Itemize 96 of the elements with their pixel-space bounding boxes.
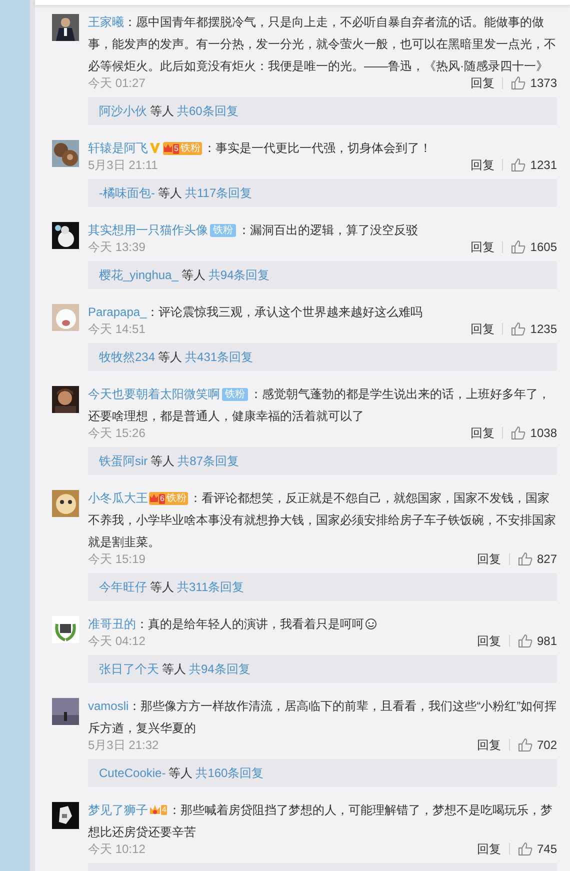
like-count: 1235 [530, 321, 557, 338]
user-name-link[interactable]: 王家曦 [88, 15, 124, 29]
thumbs-up-icon[interactable] [511, 76, 526, 90]
like-count: 745 [536, 841, 557, 858]
comment-text: 王家曦：愿中国青年都摆脱冷气，只是向上走，不必听自暴自弃者流的话。能做事的做事，能发声的发声。有一分热，发一分光，就令萤火一般，也可以在黑暗里发一点光，不必等候炬火。此后如竟没有炬火：我便是唯一的光。——鲁迅，《热风·随感录四十一》 [88, 14, 557, 75]
fan-badge: 铁粉 [222, 388, 248, 401]
user-name-link[interactable]: 今年旺仔 [99, 578, 147, 596]
others-label: 等人 [158, 349, 182, 366]
thumbs-up-icon[interactable] [518, 552, 533, 566]
like-count: 827 [536, 551, 557, 568]
reply-count-link[interactable]: 共94条回复 [189, 660, 250, 678]
like-count: 702 [536, 737, 557, 754]
like-count: 981 [536, 633, 557, 650]
reply-count-link[interactable]: 共117条回复 [185, 184, 252, 202]
crown-icon [149, 493, 159, 504]
fan-label: 铁粉 [180, 142, 200, 155]
crown-level: 4 [161, 805, 168, 815]
crown-icon [163, 143, 173, 154]
reply-thread-panel[interactable]: 铁蛋阿sir 等人 共87条回复 [88, 447, 557, 475]
user-name-link[interactable]: 今天也要朝着太阳微笑啊 [88, 387, 220, 401]
user-name-link[interactable]: 牧牧然234 [99, 348, 156, 366]
reply-link[interactable]: 回复 [476, 632, 501, 650]
crown-icon [149, 804, 161, 816]
user-name-link[interactable]: 轩辕是阿飞 [88, 141, 148, 155]
reply-thread-panel[interactable]: 张日了个天 等人 共94条回复 [88, 655, 557, 683]
user-name-link[interactable]: 铁蛋阿sir [99, 452, 148, 470]
comment-text: 其实想用一只猫作头像 铁粉 ：漏洞百出的逻辑，算了没空反驳 [88, 222, 419, 239]
comment-text: 今天也要朝着太阳微笑啊 铁粉 ：感觉朝气蓬勃的都是学生说出来的话，上班好多年了，还要啥理想，都是普通人，健康幸福的活着就可以了 [88, 386, 551, 425]
reply-link[interactable]: 回复 [476, 840, 501, 858]
timestamp: 今天 13:39 [88, 239, 146, 256]
like-count: 1605 [530, 239, 557, 256]
reply-thread-panel[interactable]: 阿沙小伙 等人 共60条回复 [88, 97, 557, 125]
reply-count-link[interactable]: 共160条回复 [196, 764, 264, 782]
reply-link[interactable]: 回复 [476, 550, 501, 568]
timestamp: 5月3日 21:32 [88, 737, 160, 754]
thumbs-up-icon[interactable] [518, 634, 533, 648]
reply-thread-panel[interactable]: 今年旺仔 等人 共311条回复 [88, 573, 557, 601]
thumbs-up-icon[interactable] [511, 158, 526, 172]
user-name-link[interactable]: 樱花_yinghua_ [99, 266, 178, 284]
comment-text: 小冬瓜大王 6 铁粉 ：看评论都想笑，反正就是不怨自己，就怨国家，国家不发钱，国家不养我，小学毕业啥本事没有就想挣大钱，国家必须安排给房子车子铁饭碗，不安排国家就是割韭菜。 [88, 490, 557, 551]
user-name-link[interactable]: 准哥丑的 [88, 617, 136, 631]
verified-icon [149, 142, 161, 154]
reply-count-link[interactable]: 共87条回复 [178, 452, 240, 470]
reply-link[interactable]: 回复 [470, 74, 494, 92]
reply-link[interactable]: 回复 [476, 736, 501, 754]
comment-text: 准哥丑的：真的是给年轻人的演讲，我看着只是呵呵 [88, 613, 557, 635]
timestamp: 今天 10:12 [88, 841, 146, 858]
reply-thread-panel[interactable]: -橘味面包- 等人 共117条回复 [88, 179, 557, 207]
like-count: 1231 [530, 157, 557, 174]
fan-badge: 铁粉 [210, 224, 236, 237]
comment-text: vamosli：那些像方方一样故作清流，居高临下的前辈，且看看，我们这些“小粉红”如何挥斥方遒，复兴华夏的 [88, 698, 557, 737]
comment-text: 轩辕是阿飞 5 铁粉 ：事实是一代更比一代强，切身体会到了！ [88, 140, 432, 157]
fan-label: 铁粉 [166, 492, 186, 505]
reply-thread-panel[interactable]: CuteCookie- 等人 共160条回复 [88, 759, 557, 787]
user-name-link[interactable]: CuteCookie- [99, 764, 166, 782]
user-name-link[interactable]: 张日了个天 [99, 660, 159, 678]
timestamp: 今天 15:26 [88, 425, 146, 442]
reply-thread-panel[interactable]: 牧牧然234 等人 共431条回复 [88, 343, 557, 371]
timestamp: 5月3日 21:11 [88, 157, 159, 174]
others-label: 等人 [150, 579, 174, 596]
timestamp: 今天 15:19 [88, 551, 146, 568]
user-name-link[interactable]: Parapapa_ [88, 305, 147, 319]
others-label: 等人 [158, 185, 182, 202]
user-name-link[interactable]: 阿沙小伙 [99, 102, 147, 120]
user-name-link[interactable]: vamosli [88, 699, 129, 713]
thumbs-up-icon[interactable] [518, 738, 533, 752]
comment-text: Parapapa_：评论震惊我三观，承认这个世界越来越好这么难吗 [88, 304, 424, 321]
thumbs-up-icon[interactable] [518, 842, 533, 856]
user-name-link[interactable]: 其实想用一只猫作头像 [88, 223, 208, 237]
fan-level: 5 [173, 144, 180, 154]
reply-count-link[interactable]: 共311条回复 [177, 578, 244, 596]
thumbs-up-icon[interactable] [511, 240, 526, 254]
fan-level: 6 [159, 494, 166, 504]
others-label: 等人 [150, 103, 174, 120]
reply-count-link[interactable]: 共431条回复 [185, 348, 254, 366]
thumbs-up-icon[interactable] [511, 426, 526, 440]
reply-count-link[interactable]: 共60条回复 [177, 102, 238, 120]
timestamp: 今天 14:51 [88, 321, 146, 338]
reply-count-link[interactable]: 共94条回复 [208, 266, 270, 284]
reply-link[interactable]: 回复 [470, 320, 494, 338]
reply-link[interactable]: 回复 [470, 156, 494, 174]
reply-link[interactable]: 回复 [470, 238, 494, 256]
timestamp: 今天 01:27 [88, 75, 146, 92]
others-label: 等人 [162, 661, 186, 678]
user-name-link[interactable]: 小冬瓜大王 [88, 491, 148, 505]
others-label: 等人 [150, 453, 175, 470]
reply-thread-panel[interactable]: 樱花_yinghua_ 等人 共94条回复 [88, 261, 557, 289]
like-count: 1038 [530, 425, 557, 442]
like-count: 1373 [530, 75, 557, 92]
user-name-link[interactable]: -橘味面包- [99, 184, 155, 202]
others-label: 等人 [181, 267, 206, 284]
reply-link[interactable]: 回复 [470, 424, 494, 442]
others-label: 等人 [168, 765, 193, 782]
timestamp: 今天 04:12 [88, 633, 146, 650]
user-name-link[interactable]: 梦见了狮子 [88, 803, 148, 817]
thumbs-up-icon[interactable] [511, 322, 526, 336]
